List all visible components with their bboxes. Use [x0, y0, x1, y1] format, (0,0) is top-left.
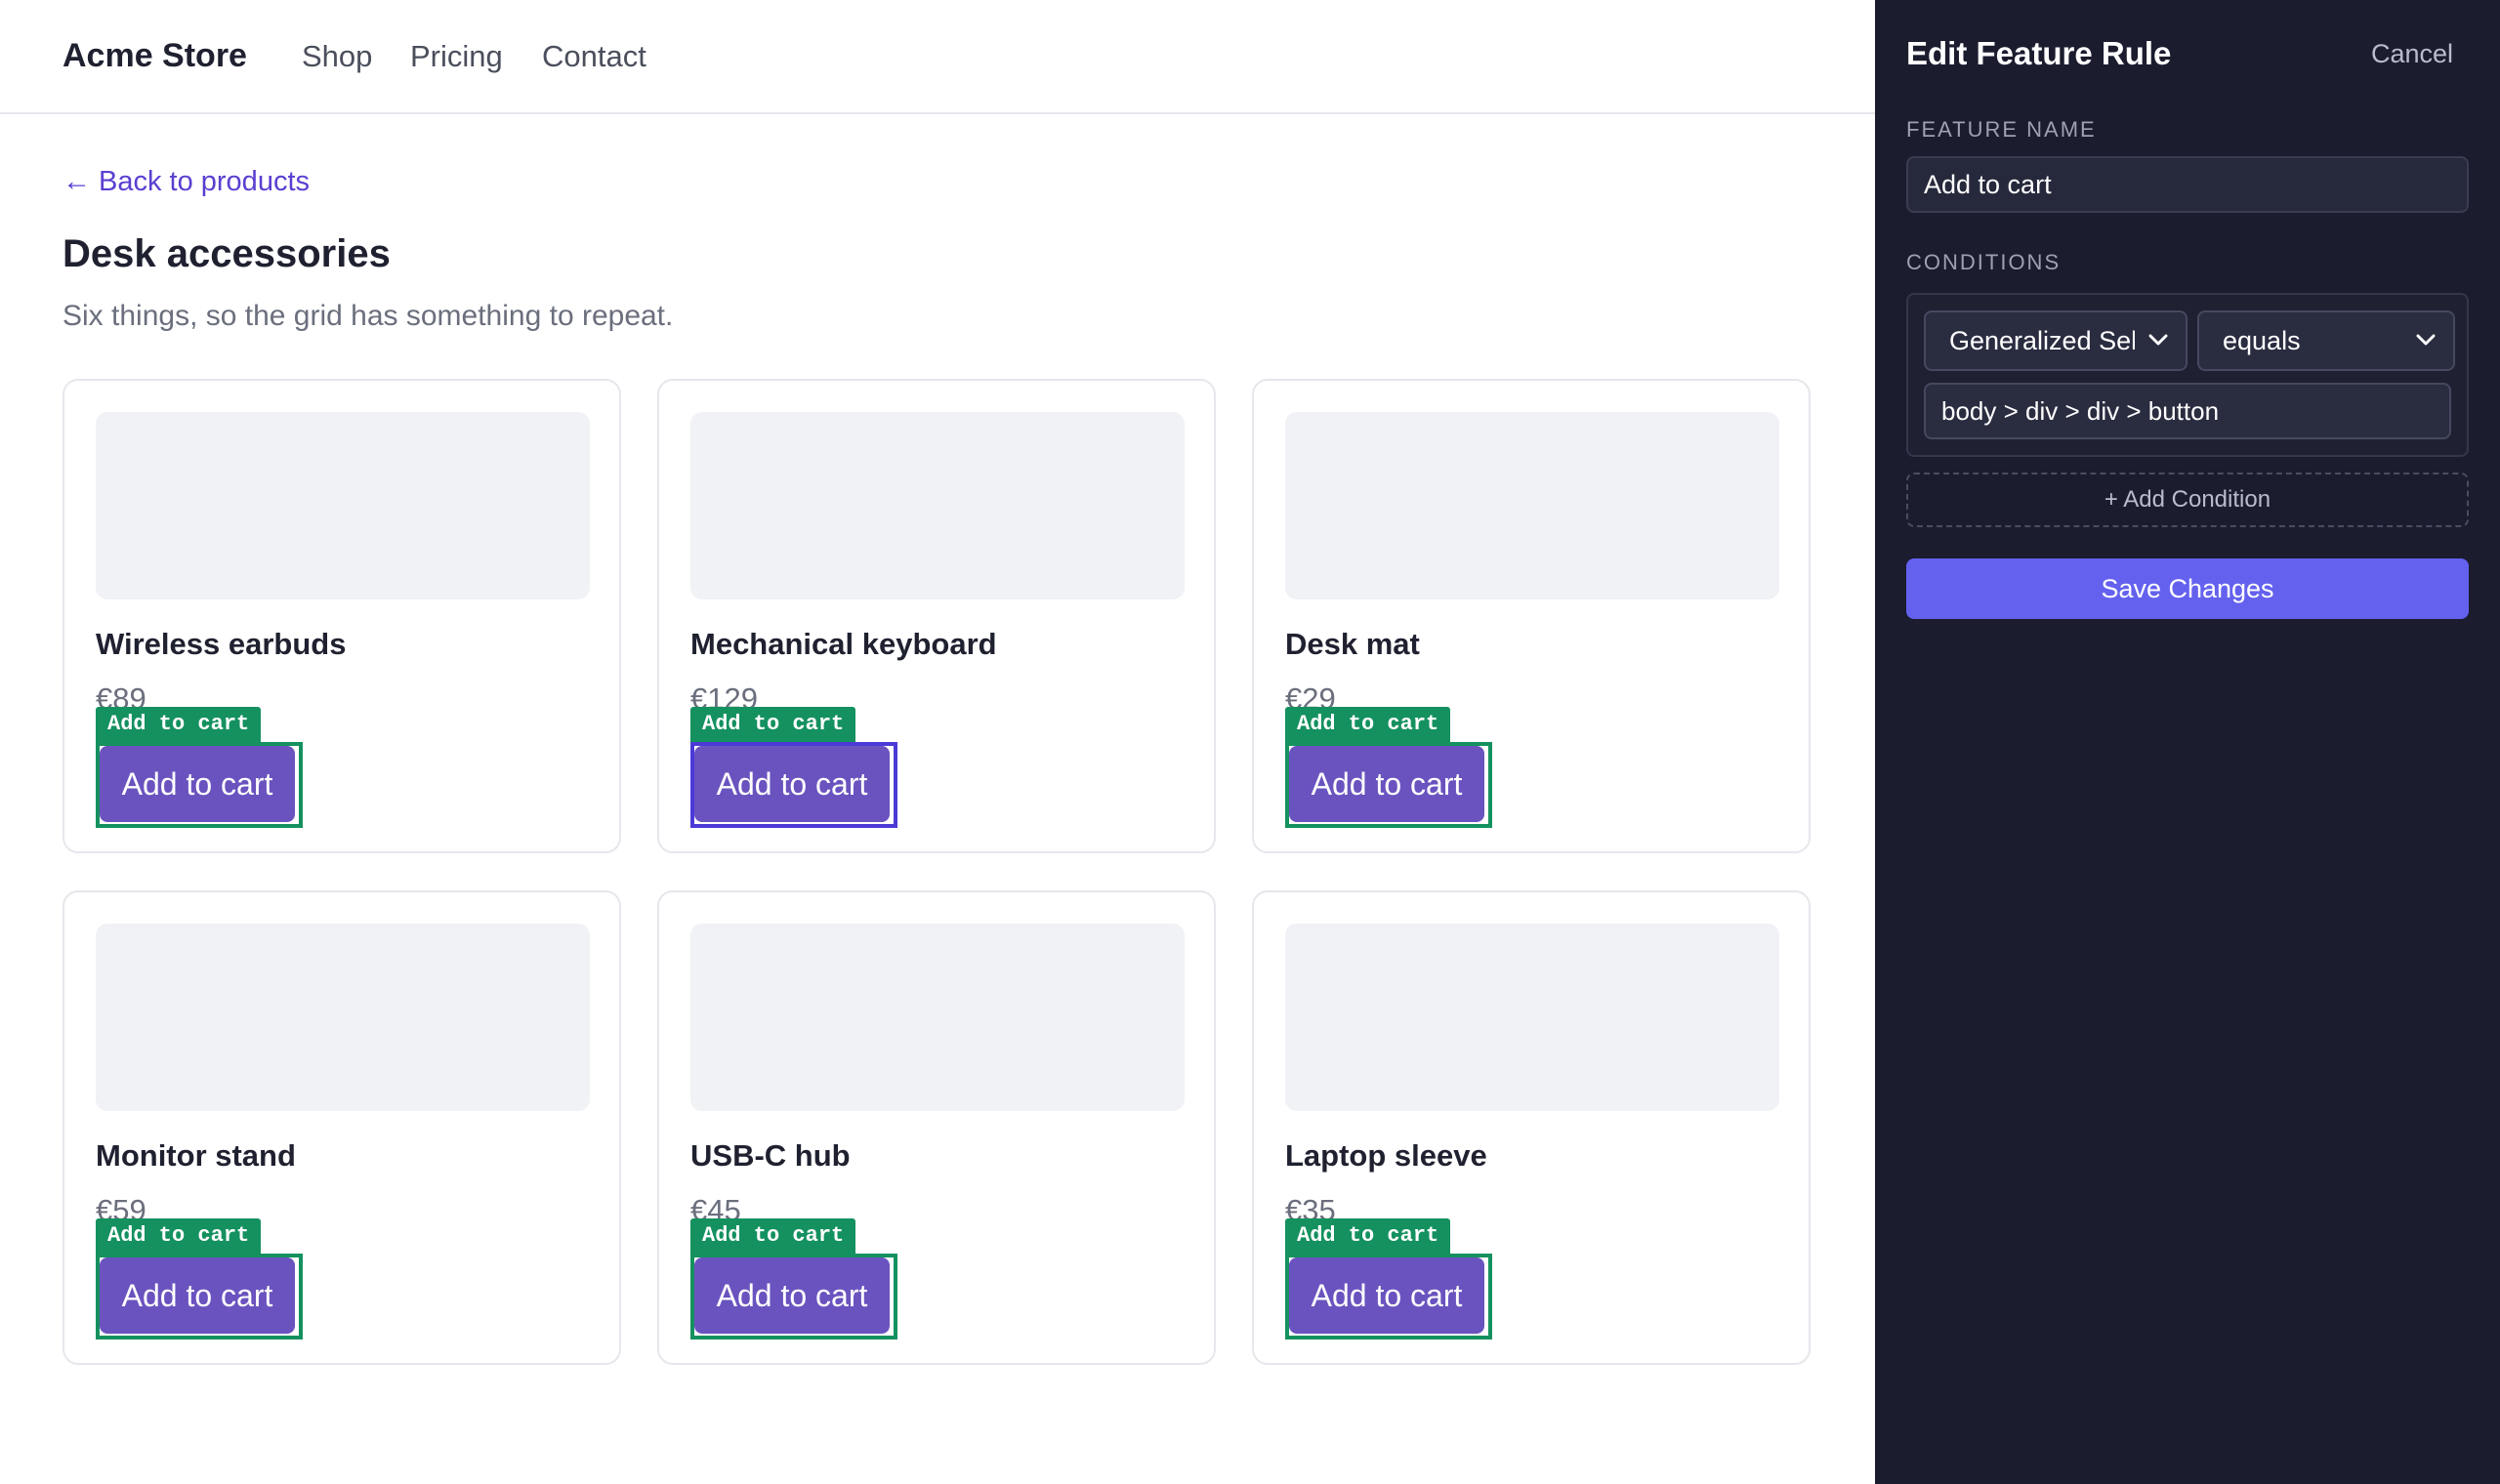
- product-image-placeholder: [96, 924, 590, 1111]
- arrow-left-icon: ←: [62, 166, 91, 197]
- product-card: Monitor stand €59 Add to cart Add to car…: [62, 890, 621, 1365]
- condition-row: Generalized Selector equals: [1906, 293, 2469, 457]
- add-to-cart-button[interactable]: Add to cart: [1289, 1257, 1484, 1334]
- nav-link-contact[interactable]: Contact: [542, 39, 646, 74]
- condition-value-input[interactable]: [1924, 383, 2451, 439]
- condition-operator-select[interactable]: equals: [2197, 310, 2455, 371]
- cancel-button[interactable]: Cancel: [2371, 39, 2453, 69]
- feature-name-input[interactable]: [1906, 156, 2469, 213]
- nav-link-pricing[interactable]: Pricing: [410, 39, 503, 74]
- add-condition-button[interactable]: + Add Condition: [1906, 473, 2469, 527]
- product-image-placeholder: [1285, 412, 1779, 599]
- feature-name-label: FEATURE NAME: [1906, 117, 2097, 142]
- condition-operator-value: equals: [2223, 325, 2301, 355]
- edit-feature-rule-panel: Edit Feature Rule Cancel FEATURE NAME CO…: [1875, 0, 2500, 1484]
- product-card: Mechanical keyboard €129 Add to cart Add…: [657, 379, 1216, 853]
- product-image-placeholder: [96, 412, 590, 599]
- back-to-products-link[interactable]: ← Back to products: [62, 166, 310, 198]
- nav-link-shop[interactable]: Shop: [302, 39, 372, 74]
- product-image-placeholder: [1285, 924, 1779, 1111]
- store-page: Acme Store Shop Pricing Contact ← Back t…: [0, 0, 1875, 1484]
- product-card: Laptop sleeve €35 Add to cart Add to car…: [1252, 890, 1811, 1365]
- brand-logo[interactable]: Acme Store: [62, 37, 247, 75]
- feature-tag-label: Add to cart: [690, 1218, 856, 1254]
- condition-field-value: Generalized Selector: [1949, 325, 2135, 355]
- add-to-cart-button[interactable]: Add to cart: [100, 1257, 295, 1334]
- product-image-placeholder: [690, 412, 1185, 599]
- add-to-cart-button[interactable]: Add to cart: [694, 746, 890, 822]
- product-name: Laptop sleeve: [1285, 1138, 1487, 1173]
- product-name: Mechanical keyboard: [690, 627, 997, 661]
- back-link-label: Back to products: [99, 166, 310, 197]
- feature-tag-label: Add to cart: [96, 1218, 262, 1254]
- product-name: Desk mat: [1285, 627, 1420, 661]
- product-card: Wireless earbuds €89 Add to cart Add to …: [62, 379, 621, 853]
- add-to-cart-button[interactable]: Add to cart: [1289, 746, 1484, 822]
- chevron-down-icon: [2145, 326, 2172, 353]
- product-name: Monitor stand: [96, 1138, 296, 1173]
- product-name: USB-C hub: [690, 1138, 851, 1173]
- conditions-label: CONDITIONS: [1906, 250, 2062, 274]
- save-changes-button[interactable]: Save Changes: [1906, 558, 2469, 619]
- feature-tag-label: Add to cart: [1285, 707, 1451, 742]
- page-title: Desk accessories: [62, 232, 391, 275]
- product-name: Wireless earbuds: [96, 627, 347, 661]
- product-card: Desk mat €29 Add to cart Add to cart: [1252, 379, 1811, 853]
- feature-tag-label: Add to cart: [96, 707, 262, 742]
- product-card: USB-C hub €45 Add to cart Add to cart: [657, 890, 1216, 1365]
- page-subtitle: Six things, so the grid has something to…: [62, 300, 674, 332]
- product-image-placeholder: [690, 924, 1185, 1111]
- chevron-down-icon: [2412, 326, 2439, 353]
- add-to-cart-button[interactable]: Add to cart: [694, 1257, 890, 1334]
- panel-title: Edit Feature Rule: [1906, 35, 2172, 71]
- add-to-cart-button[interactable]: Add to cart: [100, 746, 295, 822]
- feature-tag-label: Add to cart: [1285, 1218, 1451, 1254]
- top-navigation: Acme Store Shop Pricing Contact: [0, 0, 1875, 114]
- feature-tag-label: Add to cart: [690, 707, 856, 742]
- condition-field-select[interactable]: Generalized Selector: [1924, 310, 2188, 371]
